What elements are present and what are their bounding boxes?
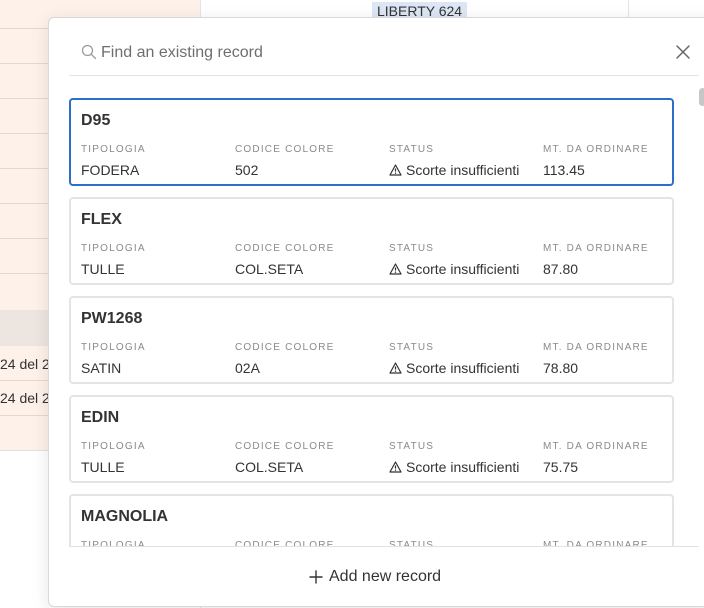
field-label-tipologia: TIPOLOGIA <box>81 144 146 155</box>
record-card[interactable]: FLEX TIPOLOGIA CODICE COLORE STATUS MT. … <box>69 197 674 285</box>
field-value-tipologia: TULLE <box>81 459 125 475</box>
field-label-mt-da-ordinare: MT. DA ORDINARE <box>543 342 649 353</box>
field-label-tipologia: TIPOLOGIA <box>81 441 146 452</box>
field-label-codice-colore: CODICE COLORE <box>235 144 335 155</box>
close-icon[interactable] <box>671 40 695 64</box>
field-value-codice-colore: COL.SETA <box>235 261 304 277</box>
record-title: PW1268 <box>81 310 143 327</box>
warning-icon <box>389 164 402 176</box>
record-card[interactable]: PW1268 TIPOLOGIA CODICE COLORE STATUS MT… <box>69 296 674 384</box>
background-column-line <box>628 0 629 18</box>
status-text: Scorte insufficienti <box>406 459 520 475</box>
field-label-tipologia: TIPOLOGIA <box>81 243 146 254</box>
field-label-codice-colore: CODICE COLORE <box>235 243 335 254</box>
field-label-mt-da-ordinare: MT. DA ORDINARE <box>543 144 649 155</box>
field-value-mt-da-ordinare: 87.80 <box>543 261 579 277</box>
background-cell: 24 del 2 <box>0 356 50 372</box>
field-value-mt-da-ordinare: 113.45 <box>543 162 585 178</box>
search-bar <box>69 32 699 76</box>
field-value-mt-da-ordinare: 75.75 <box>543 459 579 475</box>
warning-icon <box>389 362 402 374</box>
record-title: FLEX <box>81 211 122 228</box>
field-label-mt-da-ordinare: MT. DA ORDINARE <box>543 441 649 452</box>
search-input[interactable] <box>101 40 661 66</box>
record-title: EDIN <box>81 409 120 426</box>
field-value-tipologia: TULLE <box>81 261 125 277</box>
record-card[interactable]: MAGNOLIA TIPOLOGIA CODICE COLORE STATUS … <box>69 494 674 546</box>
field-value-codice-colore: COL.SETA <box>235 459 304 475</box>
field-value-status: Scorte insufficienti <box>389 360 519 376</box>
field-value-codice-colore: 02A <box>235 360 260 376</box>
record-card[interactable]: EDIN TIPOLOGIA CODICE COLORE STATUS MT. … <box>69 395 674 483</box>
field-label-status: STATUS <box>389 144 435 155</box>
field-value-mt-da-ordinare: 78.80 <box>543 360 579 376</box>
status-text: Scorte insufficienti <box>406 261 520 277</box>
field-value-status: Scorte insufficienti <box>389 459 519 475</box>
add-new-record-label: Add new record <box>329 568 442 585</box>
background-cell: 24 del 2 <box>0 390 50 406</box>
status-text: Scorte insufficienti <box>406 162 520 178</box>
record-card[interactable]: D95 TIPOLOGIA CODICE COLORE STATUS MT. D… <box>69 98 674 186</box>
status-text: Scorte insufficienti <box>406 360 520 376</box>
record-title: D95 <box>81 112 111 129</box>
field-label-codice-colore: CODICE COLORE <box>235 441 335 452</box>
search-icon <box>81 44 97 60</box>
field-label-mt-da-ordinare: MT. DA ORDINARE <box>543 243 649 254</box>
field-label-status: STATUS <box>389 441 435 452</box>
record-list: D95 TIPOLOGIA CODICE COLORE STATUS MT. D… <box>69 98 704 546</box>
field-value-codice-colore: 502 <box>235 162 259 178</box>
field-label-status: STATUS <box>389 342 435 353</box>
field-label-tipologia: TIPOLOGIA <box>81 342 146 353</box>
field-value-status: Scorte insufficienti <box>389 162 519 178</box>
add-new-record-button[interactable]: Add new record <box>309 565 441 589</box>
record-picker-modal: D95 TIPOLOGIA CODICE COLORE STATUS MT. D… <box>48 17 704 607</box>
field-label-status: STATUS <box>389 243 435 254</box>
field-value-tipologia: FODERA <box>81 162 140 178</box>
field-value-status: Scorte insufficienti <box>389 261 519 277</box>
field-label-codice-colore: CODICE COLORE <box>235 342 335 353</box>
modal-footer: Add new record <box>69 546 699 608</box>
plus-icon <box>309 570 323 584</box>
warning-icon <box>389 263 402 275</box>
warning-icon <box>389 461 402 473</box>
record-title: MAGNOLIA <box>81 508 169 525</box>
field-value-tipologia: SATIN <box>81 360 122 376</box>
